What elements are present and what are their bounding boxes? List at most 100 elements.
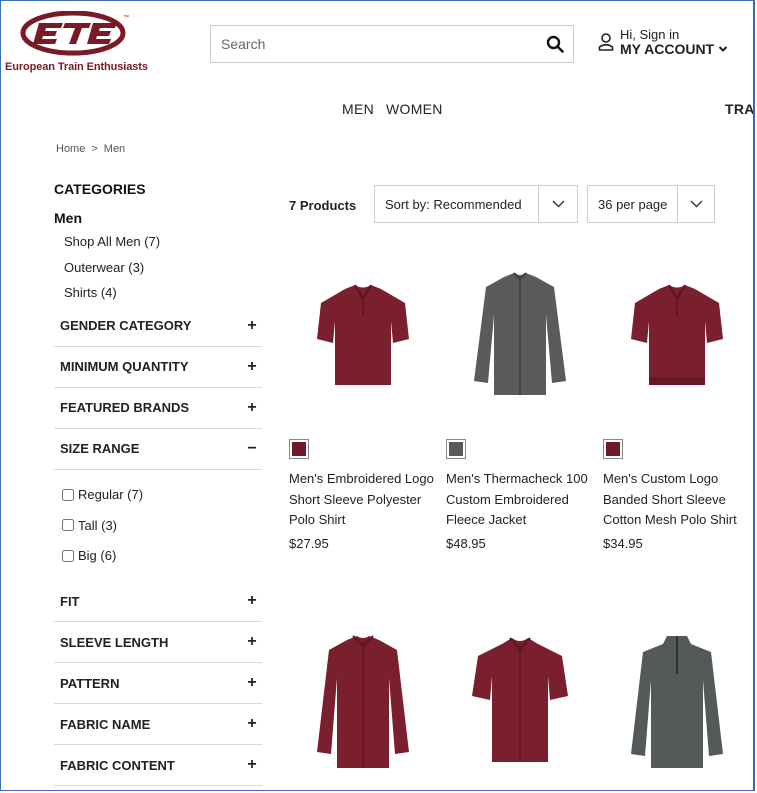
fleece-jacket-icon (474, 272, 566, 395)
categories-title: CATEGORIES (54, 181, 146, 197)
per-page-select-value: 36 per page (598, 196, 668, 212)
plus-icon: + (247, 398, 257, 416)
product-card (289, 626, 437, 776)
breadcrumb-separator: > (91, 143, 98, 155)
page-frame: ™ European Train Enthusiasts Hi, Sign in… (0, 0, 755, 791)
size-option-regular[interactable]: Regular (7) (62, 480, 262, 511)
facet-label: FEATURED BRANDS (60, 400, 190, 415)
facet-featured-brands[interactable]: FEATURED BRANDS + (54, 388, 262, 429)
color-swatch[interactable] (289, 439, 309, 459)
minus-icon: − (247, 439, 257, 457)
sort-select-value: Sort by: Recommended (385, 196, 522, 212)
product-image[interactable] (289, 261, 437, 411)
polo-shirt-icon (631, 284, 723, 385)
product-name[interactable]: Men's Custom Logo Banded Short Sleeve Co… (603, 469, 751, 531)
facet-sleeve-length[interactable]: SLEEVE LENGTH + (54, 622, 262, 663)
svg-text:™: ™ (123, 14, 129, 21)
color-swatch[interactable] (603, 439, 623, 459)
product-name[interactable]: Men's Thermacheck 100 Custom Embroidered… (446, 469, 594, 531)
product-price: $27.95 (289, 535, 329, 551)
search-input[interactable] (211, 26, 537, 62)
logo-mark-icon: ™ (20, 11, 129, 56)
breadcrumb: Home > Men (56, 143, 125, 155)
nav-men[interactable]: MEN (342, 101, 374, 117)
facet-label: FABRIC NAME (60, 716, 151, 732)
brand-caption: European Train Enthusiasts (5, 61, 148, 73)
breadcrumb-home[interactable]: Home (56, 143, 85, 155)
size-option-label: Big (6) (78, 548, 117, 564)
facet-fabric-name[interactable]: FABRIC NAME + (54, 704, 262, 745)
product-image[interactable] (446, 626, 594, 776)
plus-icon: + (247, 633, 257, 650)
product-card: Men's Embroidered Logo Short Sleeve Poly… (289, 261, 437, 551)
product-name[interactable]: Men's Embroidered Logo Short Sleeve Poly… (289, 469, 437, 531)
facet-fit[interactable]: FIT + (54, 581, 262, 622)
plus-icon: + (247, 674, 257, 691)
category-list: Shop All Men (7) Outerwear (3) Shirts (4… (64, 229, 262, 306)
dress-shirt-icon (317, 634, 409, 768)
search-icon (546, 35, 564, 53)
facet-pattern[interactable]: PATTERN + (54, 663, 262, 704)
size-checkbox-tall[interactable] (62, 519, 74, 532)
color-swatch[interactable] (446, 439, 466, 459)
product-card (446, 626, 594, 776)
nav-women[interactable]: WOMEN (386, 101, 443, 117)
product-count: 7 Products (289, 198, 357, 213)
quarter-zip-icon (631, 635, 723, 768)
sort-select[interactable]: Sort by: Recommended (374, 185, 578, 223)
brand-logo[interactable]: ™ European Train Enthusiasts (5, 11, 165, 75)
chevron-down-icon (718, 46, 728, 52)
facet-fabric-content[interactable]: FABRIC CONTENT + (54, 745, 262, 786)
product-card: Men's Thermacheck 100 Custom Embroidered… (446, 261, 594, 551)
short-sleeve-shirt-icon (472, 637, 568, 762)
user-icon (598, 33, 614, 51)
search-button[interactable] (537, 26, 573, 62)
main-nav: MEN WOMEN TRAC (1, 101, 753, 121)
size-checkbox-regular[interactable] (62, 488, 74, 501)
product-card: Men's Custom Logo Banded Short Sleeve Co… (603, 261, 751, 551)
product-price: $34.95 (603, 535, 643, 551)
product-image[interactable] (603, 626, 751, 776)
swatch-color (606, 442, 620, 456)
account-greeting: Hi, Sign in (620, 27, 680, 42)
breadcrumb-current: Men (103, 143, 126, 155)
per-page-select[interactable]: 36 per page (587, 185, 715, 223)
swatch-color (449, 442, 463, 456)
category-men[interactable]: Men (54, 209, 262, 227)
size-option-label: Regular (7) (78, 487, 144, 503)
facet-minimum-quantity[interactable]: MINIMUM QUANTITY + (54, 347, 262, 388)
facet-label: SIZE RANGE (60, 441, 140, 456)
category-item-shirts[interactable]: Shirts (4) (64, 280, 262, 306)
facet-gender-category[interactable]: GENDER CATEGORY + (54, 306, 262, 347)
size-checkbox-big[interactable] (62, 549, 74, 562)
search-box (210, 25, 574, 63)
product-image[interactable] (603, 261, 751, 411)
product-card (603, 626, 751, 776)
facet-label: SLEEVE LENGTH (60, 634, 169, 650)
sort-chevron-down-icon (538, 186, 577, 222)
polo-shirt-icon (317, 284, 409, 385)
category-item-outerwear[interactable]: Outerwear (3) (64, 255, 262, 281)
product-price: $48.95 (446, 535, 486, 551)
account-label-text: MY ACCOUNT (620, 41, 715, 57)
size-range-options: Regular (7) Tall (3) Big (6) (54, 470, 262, 582)
plus-icon: + (247, 756, 257, 773)
account-menu[interactable]: Hi, Sign in MY ACCOUNT (598, 28, 728, 57)
swatch-color (292, 442, 306, 456)
filter-sidebar: CATEGORIES Men Shop All Men (7) Outerwea… (54, 179, 262, 786)
facet-label: GENDER CATEGORY (60, 318, 192, 333)
facet-size-range[interactable]: SIZE RANGE − (54, 429, 262, 470)
size-option-tall[interactable]: Tall (3) (62, 510, 262, 541)
plus-icon: + (247, 316, 257, 334)
size-option-label: Tall (3) (78, 517, 118, 533)
facet-label: PATTERN (60, 675, 120, 691)
facet-label: MINIMUM QUANTITY (60, 359, 189, 374)
product-image[interactable] (289, 626, 437, 776)
product-image[interactable] (446, 261, 594, 411)
size-option-big[interactable]: Big (6) (62, 541, 262, 572)
nav-trac[interactable]: TRAC (725, 101, 753, 117)
category-item-shop-all-men[interactable]: Shop All Men (7) (64, 229, 262, 255)
plus-icon: + (247, 357, 257, 375)
facet-label: FIT (60, 593, 80, 609)
plus-icon: + (247, 592, 257, 609)
